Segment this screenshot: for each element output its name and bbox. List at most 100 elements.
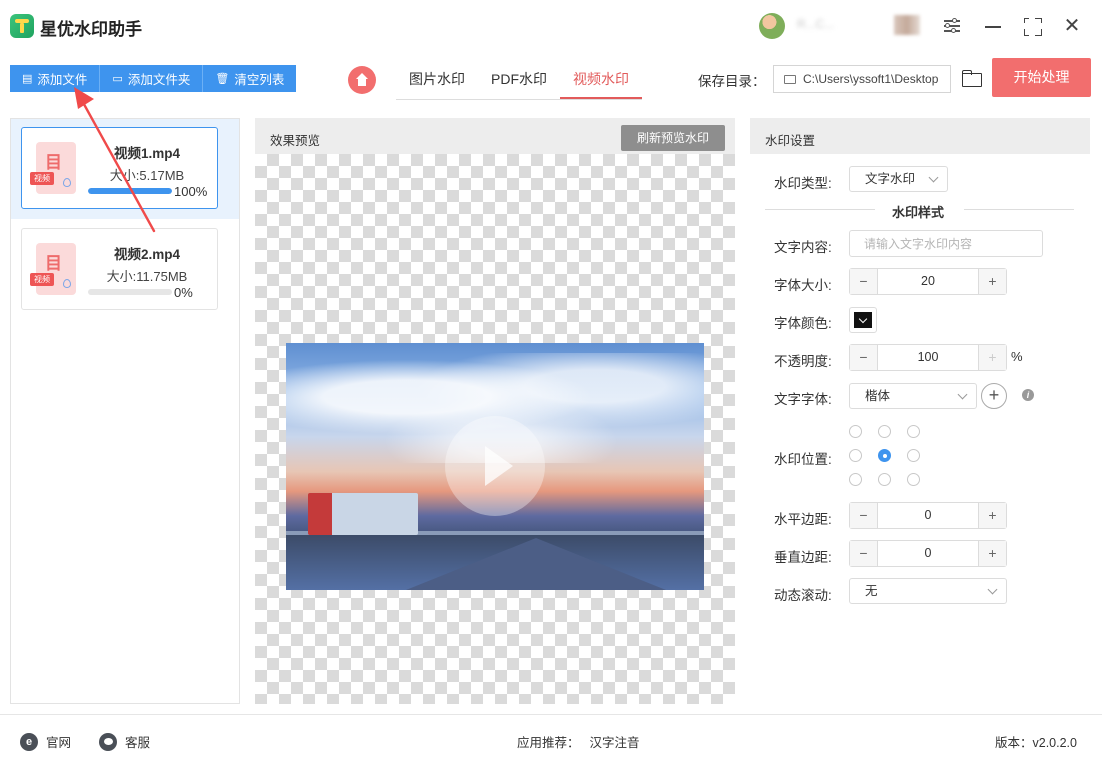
font-size-decrease-button[interactable]: − [850, 269, 878, 294]
dynamic-scroll-select[interactable]: 无 [849, 578, 1007, 604]
close-icon[interactable]: ✕ [1060, 14, 1084, 38]
user-avatar[interactable] [759, 13, 785, 39]
opacity-value[interactable]: 100 [879, 345, 977, 370]
app-recommend: 应用推荐： 汉字注音 [517, 732, 640, 751]
info-icon[interactable]: i [1022, 389, 1034, 401]
v-margin-value[interactable]: 0 [879, 541, 977, 566]
preview-canvas [255, 154, 735, 704]
minimize-icon[interactable] [981, 14, 1005, 38]
save-path-text: C:\Users\yssoft1\Desktop [803, 72, 939, 86]
website-label: 官网 [46, 736, 72, 750]
add-font-icon[interactable]: + [981, 383, 1007, 409]
video-badge: 视频 [30, 273, 54, 286]
video-preview[interactable] [286, 343, 704, 590]
play-icon[interactable] [445, 416, 545, 516]
watermark-position-label: 水印位置: [774, 452, 832, 467]
clear-list-label: 清空列表 [234, 73, 285, 87]
home-icon[interactable] [348, 66, 376, 94]
open-folder-icon[interactable] [961, 67, 983, 87]
refresh-preview-button[interactable]: 刷新预览水印 [621, 125, 725, 151]
settings-title: 水印设置 [765, 134, 816, 148]
opacity-decrease-button[interactable]: − [850, 345, 878, 370]
maximize-icon[interactable] [1020, 14, 1044, 38]
font-size-label: 字体大小: [774, 278, 832, 293]
preview-title: 效果预览 [270, 134, 321, 148]
h-margin-value[interactable]: 0 [879, 503, 977, 528]
browser-icon: e [20, 732, 38, 751]
watermark-text-input[interactable] [849, 230, 1043, 257]
opacity-unit: % [1011, 349, 1023, 364]
position-middle-left[interactable] [849, 449, 862, 462]
vertical-margin-label: 垂直边距: [774, 550, 832, 565]
progress-percent: 100% [174, 184, 208, 199]
progress-fill [88, 188, 172, 194]
position-middle-center[interactable] [878, 449, 891, 462]
watermark-tabs: 图片水印 PDF水印 视频水印 [396, 60, 642, 100]
preview-panel: 效果预览 刷新预览水印 [255, 118, 735, 704]
truck-image [308, 493, 418, 535]
opacity-label: 不透明度: [774, 354, 832, 369]
recommend-app-link[interactable]: 汉字注音 [590, 736, 640, 750]
vertical-margin-stepper: − 0 + [849, 540, 1007, 567]
support-link[interactable]: 客服 [99, 732, 150, 751]
tab-image-watermark[interactable]: 图片水印 [396, 60, 478, 99]
font-family-select[interactable]: 楷体 [849, 383, 977, 409]
start-process-button[interactable]: 开始处理 [992, 58, 1091, 97]
position-bottom-right[interactable] [907, 473, 920, 486]
tab-pdf-watermark[interactable]: PDF水印 [478, 60, 560, 99]
settings-header: 水印设置 [750, 118, 1090, 154]
settings-icon[interactable] [940, 14, 964, 38]
font-size-stepper: − 20 + [849, 268, 1007, 295]
video-file-icon: 视频 [30, 142, 76, 194]
clear-list-button[interactable]: 🗑 清空列表 [203, 65, 297, 92]
position-top-left[interactable] [849, 425, 862, 438]
position-bottom-left[interactable] [849, 473, 862, 486]
footer: e 官网 客服 应用推荐： 汉字注音 版本：v2.0.2.0 [0, 714, 1102, 766]
website-link[interactable]: e 官网 [20, 732, 71, 751]
add-file-button[interactable]: ▤ 添加文件 [10, 65, 101, 92]
v-margin-decrease-button[interactable]: − [850, 541, 878, 566]
font-family-label: 文字字体: [774, 392, 832, 407]
add-folder-label: 添加文件夹 [127, 73, 191, 87]
watermark-type-label: 水印类型: [774, 176, 832, 191]
folder-small-icon [784, 75, 796, 84]
dynamic-scroll-label: 动态滚动: [774, 588, 832, 603]
add-folder-button[interactable]: ▭ 添加文件夹 [100, 65, 204, 92]
font-size-value[interactable]: 20 [879, 269, 977, 294]
h-margin-decrease-button[interactable]: − [850, 503, 878, 528]
watermark-settings: 水印设置 水印类型: 文字水印 水印样式 文字内容: 字体大小: − 20 + … [750, 118, 1090, 704]
recommend-label: 应用推荐： [517, 736, 580, 750]
file-item[interactable]: 视频 视频1.mp4 大小:5.17MB 100% [21, 127, 218, 209]
watermark-style-title: 水印样式 [892, 205, 945, 220]
position-bottom-center[interactable] [878, 473, 891, 486]
support-label: 客服 [125, 736, 151, 750]
tab-video-watermark[interactable]: 视频水印 [560, 60, 642, 99]
save-dir-label: 保存目录： [698, 74, 766, 89]
v-margin-increase-button[interactable]: + [978, 541, 1006, 566]
horizontal-margin-label: 水平边距: [774, 512, 832, 527]
watermark-type-value: 文字水印 [865, 172, 916, 186]
save-path-field[interactable]: C:\Users\yssoft1\Desktop [773, 65, 951, 93]
watermark-type-select[interactable]: 文字水印 [849, 166, 948, 192]
video-badge: 视频 [30, 172, 54, 185]
file-size: 大小:5.17MB [109, 168, 185, 183]
opacity-increase-button[interactable]: + [978, 345, 1006, 370]
title-bar: 星优水印助手 R...C... ✕ [0, 0, 1102, 52]
version-text: 版本：v2.0.2.0 [995, 736, 1077, 750]
chevron-down-icon [987, 584, 998, 595]
position-top-right[interactable] [907, 425, 920, 438]
position-middle-right[interactable] [907, 449, 920, 462]
h-margin-increase-button[interactable]: + [978, 503, 1006, 528]
watermark-drop-icon [63, 279, 71, 288]
divider [765, 209, 875, 210]
position-top-center[interactable] [878, 425, 891, 438]
file-icon: ▤ [22, 73, 33, 85]
opacity-stepper: − 100 + [849, 344, 1007, 371]
username[interactable]: R...C... [797, 17, 889, 31]
font-color-picker[interactable] [849, 307, 877, 333]
file-item[interactable]: 视频 视频2.mp4 大小:11.75MB 0% [21, 228, 218, 310]
watermark-drop-icon [63, 178, 71, 187]
text-content-label: 文字内容: [774, 240, 832, 255]
dynamic-scroll-value: 无 [865, 584, 878, 598]
font-size-increase-button[interactable]: + [978, 269, 1006, 294]
